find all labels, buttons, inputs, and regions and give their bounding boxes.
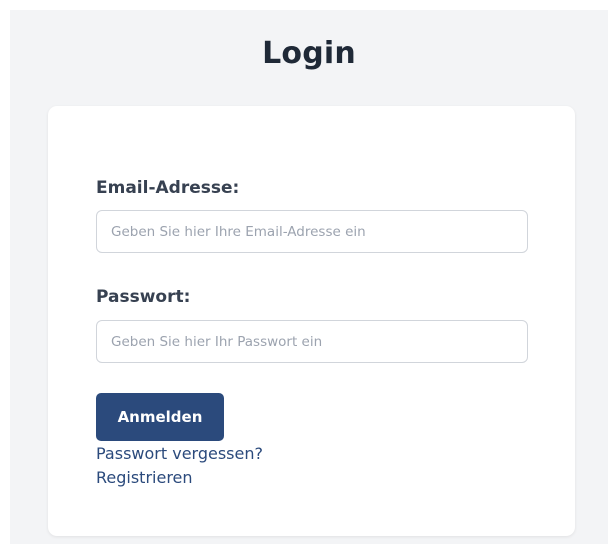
login-card: Email-Adresse: Passwort: Anmelden Passwo… bbox=[48, 106, 575, 536]
page-title: Login bbox=[262, 36, 356, 71]
login-page: Login Email-Adresse: Passwort: Anmelden … bbox=[10, 10, 608, 544]
email-field[interactable] bbox=[96, 210, 528, 253]
login-button[interactable]: Anmelden bbox=[96, 393, 224, 441]
password-field[interactable] bbox=[96, 320, 528, 363]
password-label: Passwort: bbox=[96, 287, 191, 307]
register-link[interactable]: Registrieren bbox=[96, 468, 193, 487]
email-label: Email-Adresse: bbox=[96, 178, 240, 198]
forgot-password-link[interactable]: Passwort vergessen? bbox=[96, 444, 263, 463]
